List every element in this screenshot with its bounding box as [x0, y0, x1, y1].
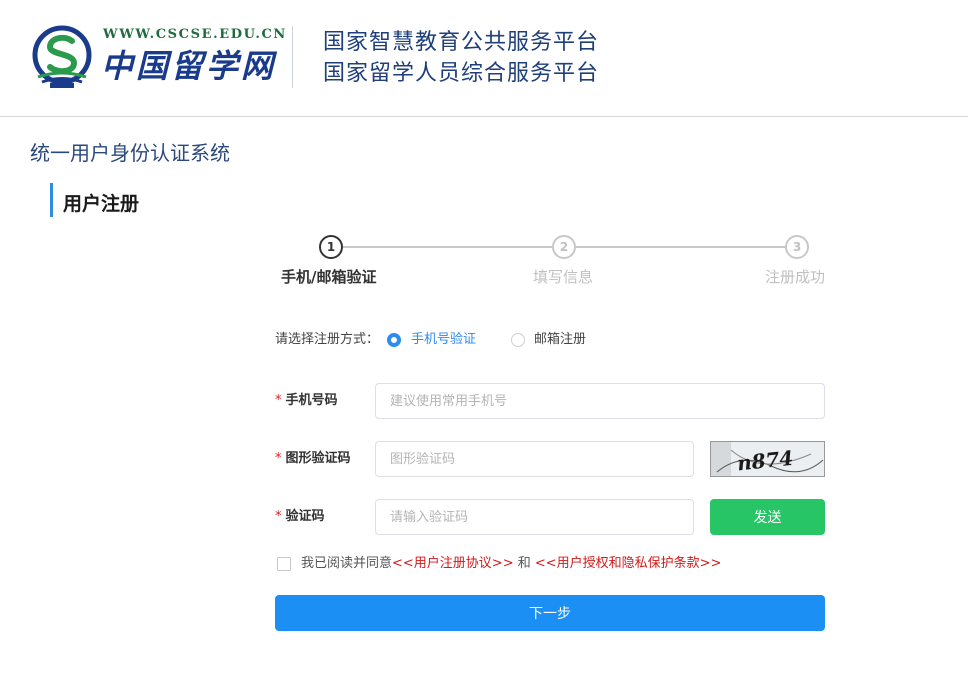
logo-name: 中国留学网	[101, 47, 277, 85]
section-accent-bar	[50, 183, 53, 217]
send-code-button[interactable]: 发送	[710, 499, 825, 535]
section-title: 用户注册	[63, 193, 140, 215]
code-label-text: 验证码	[285, 509, 325, 524]
required-mark: *	[275, 509, 282, 524]
header-divider	[292, 26, 293, 88]
register-agreement-link[interactable]: <<用户注册协议>>	[392, 556, 514, 571]
system-title: 统一用户身份认证系统	[30, 141, 230, 165]
agreement-conjunction: 和	[513, 556, 535, 571]
next-step-button[interactable]: 下一步	[275, 595, 825, 631]
step-3-circle: 3	[785, 235, 809, 259]
step-connector	[576, 246, 785, 248]
step-2-circle: 2	[552, 235, 576, 259]
platform-title-1: 国家智慧教育公共服务平台	[323, 30, 600, 55]
code-label: * 验证码	[275, 507, 325, 527]
agreement-text: 我已阅读并同意<<用户注册协议>> 和 <<用户授权和隐私保护条款>>	[301, 554, 721, 574]
captcha-image[interactable]: n874	[710, 441, 825, 477]
step-connector	[342, 246, 552, 248]
captcha-input[interactable]	[375, 441, 694, 477]
step-3-label: 注册成功	[765, 268, 826, 286]
phone-input[interactable]	[375, 383, 825, 419]
cscse-emblem-icon	[32, 25, 92, 88]
radio-email-label[interactable]: 邮箱注册	[534, 330, 586, 350]
captcha-label: * 图形验证码	[275, 449, 351, 469]
captcha-label-text: 图形验证码	[285, 451, 351, 466]
agreement-prefix: 我已阅读并同意	[301, 556, 393, 571]
site-header: WWW.CSCSE.EDU.CN 中国留学网 国家智慧教育公共服务平台 国家留学…	[0, 0, 968, 117]
radio-email[interactable]	[511, 333, 525, 347]
method-label: 请选择注册方式：	[275, 332, 380, 347]
step-1-circle: 1	[319, 235, 343, 259]
code-input[interactable]	[375, 499, 694, 535]
radio-phone[interactable]	[387, 333, 401, 347]
captcha-noise-icon: n874	[711, 442, 824, 476]
privacy-terms-link[interactable]: <<用户授权和隐私保护条款>>	[535, 556, 722, 571]
radio-phone-label[interactable]: 手机号验证	[411, 330, 476, 350]
phone-label: * 手机号码	[275, 391, 338, 411]
step-2-label: 填写信息	[533, 268, 594, 286]
required-mark: *	[275, 393, 282, 408]
platform-title-2: 国家留学人员综合服务平台	[323, 61, 600, 86]
required-mark: *	[275, 451, 282, 466]
phone-label-text: 手机号码	[285, 393, 338, 408]
logo-url: WWW.CSCSE.EDU.CN	[103, 27, 287, 42]
step-1-label: 手机/邮箱验证	[281, 268, 377, 286]
agreement-checkbox[interactable]	[277, 557, 291, 571]
